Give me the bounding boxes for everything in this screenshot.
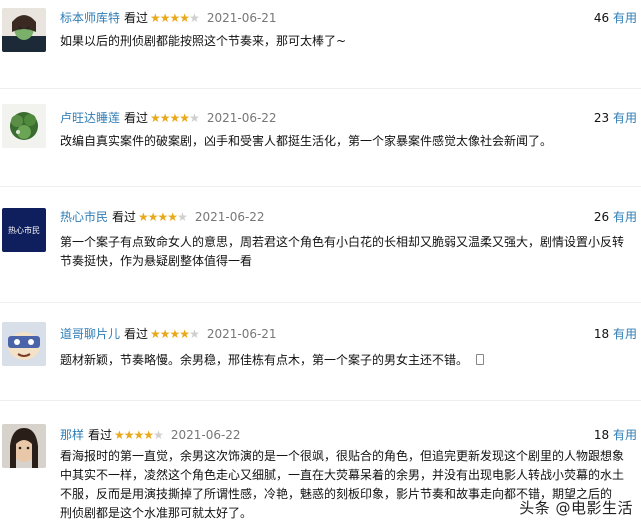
divider <box>0 302 641 303</box>
watched-label: 看过 <box>124 11 149 25</box>
avatar-logo-text: 热心市民 <box>8 225 40 235</box>
woman-face-avatar-icon <box>2 8 46 52</box>
useful-count[interactable]: 26 有用 <box>594 208 637 226</box>
review-date: 2021-06-21 <box>206 327 277 341</box>
divider <box>0 186 641 187</box>
person-photo-avatar-icon <box>2 424 46 468</box>
watched-label: 看过 <box>88 428 113 442</box>
user-avatar[interactable] <box>2 8 46 52</box>
user-avatar[interactable] <box>2 104 46 148</box>
useful-button[interactable]: 有用 <box>613 210 637 224</box>
user-avatar[interactable] <box>2 322 46 366</box>
useful-button[interactable]: 有用 <box>613 11 637 25</box>
review-text: 题材新颖，节奏略慢。余男稳，邢佳栋有点木，第一个案子的男女主还不错。 <box>60 351 635 370</box>
username-link[interactable]: 卢旺达睡莲 <box>60 111 120 125</box>
rating-stars: ★★★★★ <box>114 428 164 442</box>
username-link[interactable]: 热心市民 <box>60 210 108 224</box>
useful-count[interactable]: 46 有用 <box>594 9 637 27</box>
review-date: 2021-06-22 <box>206 111 277 125</box>
review-text: 改编自真实案件的破案剧，凶手和受害人都挺生活化，第一个家暴案件感觉太像社会新闻了… <box>60 134 553 148</box>
divider <box>0 400 641 401</box>
source-watermark: 头条 @电影生活 <box>519 499 633 517</box>
user-avatar[interactable]: 热心市民 <box>2 208 46 252</box>
useful-button[interactable]: 有用 <box>613 111 637 125</box>
rating-stars: ★★★★★ <box>138 210 188 224</box>
watched-label: 看过 <box>124 327 149 341</box>
divider <box>0 88 641 89</box>
review-date: 2021-06-22 <box>194 210 265 224</box>
username-link[interactable]: 道哥聊片儿 <box>60 327 120 341</box>
review-text: 第一个案子有点致命女人的意思，周若君这个角色有小白花的长相却又脆弱又温柔又强大，… <box>60 235 625 268</box>
useful-button[interactable]: 有用 <box>613 327 637 341</box>
rating-stars: ★★★★★ <box>150 327 200 341</box>
useful-count[interactable]: 18 有用 <box>594 325 637 343</box>
watched-label: 看过 <box>124 111 149 125</box>
user-avatar[interactable] <box>2 424 46 468</box>
plant-leaves-avatar-icon <box>2 104 46 148</box>
useful-count[interactable]: 23 有用 <box>594 109 637 127</box>
watched-label: 看过 <box>112 210 137 224</box>
username-link[interactable]: 标本师库特 <box>60 11 120 25</box>
useful-button[interactable]: 有用 <box>613 428 637 442</box>
rating-stars: ★★★★★ <box>150 11 200 25</box>
cartoon-face-avatar-icon <box>2 322 46 366</box>
review-text: 如果以后的刑侦剧都能按照这个节奏来，那可太棒了~ <box>60 34 347 48</box>
review-date: 2021-06-22 <box>170 428 241 442</box>
rating-stars: ★★★★★ <box>150 111 200 125</box>
useful-count[interactable]: 18 有用 <box>594 426 637 444</box>
mobile-icon <box>476 354 485 365</box>
username-link[interactable]: 那样 <box>60 428 84 442</box>
review-date: 2021-06-21 <box>206 11 277 25</box>
